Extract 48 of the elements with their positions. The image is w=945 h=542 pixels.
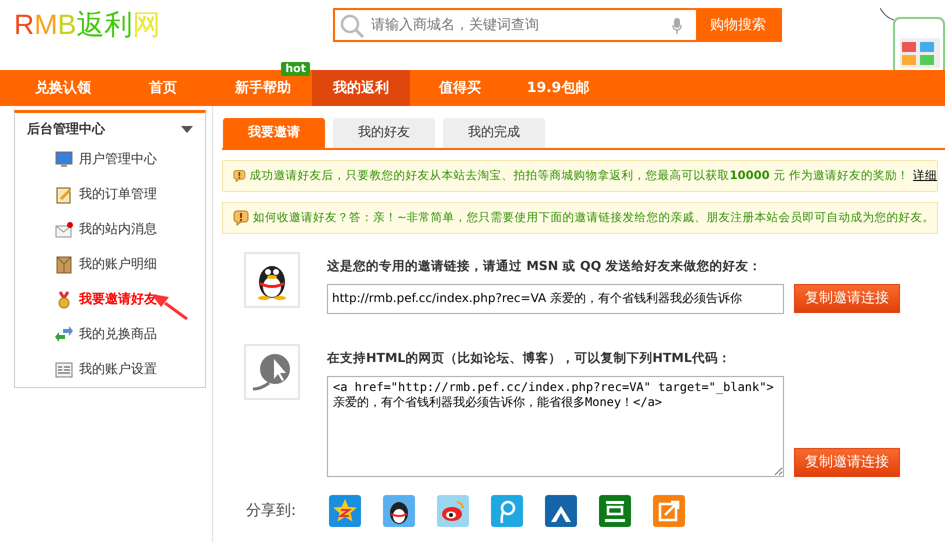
field-label: 在支持HTML的网页（比如论坛、博客），可以复制下列HTML代码： — [327, 348, 732, 367]
box-icon — [55, 256, 73, 274]
share-person-icon[interactable] — [545, 494, 577, 526]
search-icon — [339, 13, 365, 39]
search-field[interactable]: 请输入商城名，关键词查询 购物搜索 — [333, 8, 782, 42]
notice-text: 成功邀请好友后，只要教您的好友从本站去淘宝、拍拍等商城购物拿返利，您最高可以获取10000 元 作为邀请好友的奖励！ — [250, 167, 909, 184]
sidebar-item[interactable]: 用户管理中心 — [15, 142, 205, 178]
warning-icon — [233, 210, 249, 226]
tab[interactable]: 我的好友 — [333, 118, 435, 148]
cursor-icon — [253, 352, 291, 391]
mail-icon — [55, 221, 73, 239]
nav-item[interactable]: 值得买 — [410, 70, 510, 106]
share-loop-icon[interactable] — [491, 494, 523, 526]
sidebar-title: 后台管理中心 — [27, 120, 105, 139]
sidebar-item[interactable]: 我的账户设置 — [15, 352, 205, 388]
share-bean-icon[interactable] — [599, 494, 631, 526]
sidebar-item[interactable]: 我的站内消息 — [15, 212, 205, 248]
notepad-icon — [55, 186, 73, 204]
caret-icon[interactable] — [181, 126, 193, 134]
share-star-icon[interactable] — [329, 494, 361, 526]
field-label: 这是您的专用的邀请链接，请通过 MSN 或 QQ 发送给好友来做您的好友： — [327, 257, 763, 275]
copy-button[interactable]: 复制邀请连接 — [794, 284, 900, 314]
sidebar-item[interactable]: 我的账户明细 — [15, 248, 205, 282]
search-button[interactable]: 购物搜索 — [696, 10, 780, 40]
panel-icon — [55, 361, 73, 379]
details-link[interactable]: 详细 — [913, 167, 937, 185]
nav-item[interactable]: 首页 — [112, 70, 214, 106]
sidebar-item[interactable]: 我的订单管理 — [15, 178, 205, 212]
sidebar-item[interactable]: 我的兑换商品 — [15, 318, 205, 352]
link-field[interactable]: http://rmb.pef.cc/index.php?rec=VA 亲爱的，有个省钱利器我必须告诉你 — [327, 284, 784, 314]
share-frame-icon[interactable] — [653, 494, 685, 526]
tab[interactable]: 我的完成 — [443, 118, 545, 148]
monitor-icon — [55, 151, 73, 169]
hot-badge: hot — [281, 62, 310, 76]
arrows-icon — [55, 326, 73, 344]
share-penguin-icon[interactable] — [383, 494, 415, 526]
nav-item[interactable]: 我的返利 — [312, 70, 410, 106]
warning-icon — [233, 168, 246, 184]
nav-item[interactable]: 兑换认领 — [14, 70, 112, 106]
nav-item[interactable]: 19.9包邮 — [510, 70, 606, 106]
copy-button[interactable]: 复制邀请连接 — [794, 448, 900, 476]
code-field[interactable]: <a href="http://rmb.pef.cc/index.php?rec=VA" target="_blank">亲爱的，有个省钱利器我必须告诉你，能省很多Money！</a> — [327, 376, 784, 476]
tab[interactable]: 我要邀请 — [223, 118, 325, 148]
notice-text: 如何收邀请好友？答：亲！~非常简单，您只需要使用下面的邀请链接发给您的亲戚、朋友注册本站会员即可自动成为您的好友。 — [253, 209, 935, 226]
share-label: 分享到: — [246, 500, 298, 522]
microphone-icon[interactable] — [672, 18, 682, 34]
share-eye-icon[interactable] — [437, 494, 469, 526]
site-logo: RMB返利网 — [14, 8, 160, 42]
